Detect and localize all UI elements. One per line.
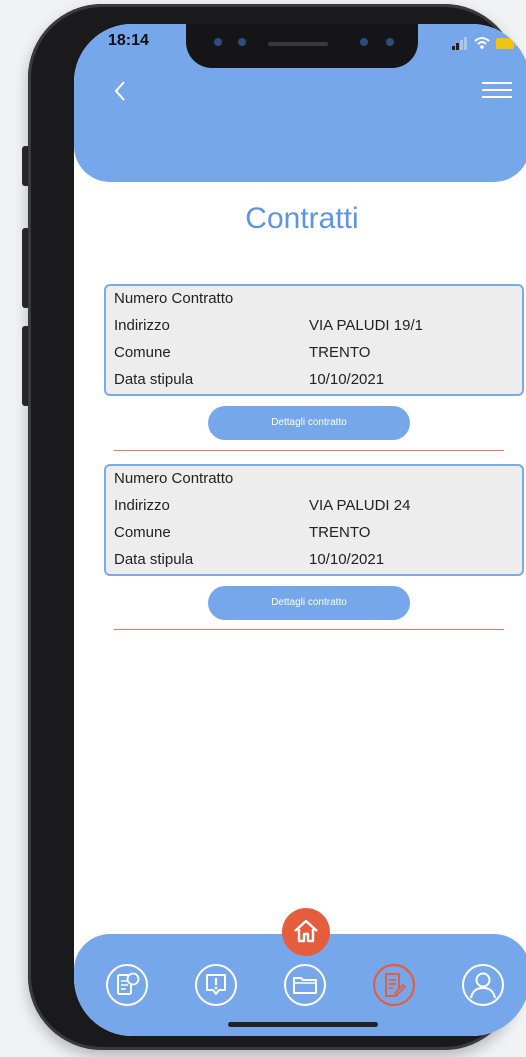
- row-value: 10/10/2021: [309, 371, 385, 388]
- contract-number-row: Numero Contratto: [114, 288, 514, 312]
- row-value: VIA PALUDI 19/1: [309, 317, 423, 334]
- sensor-icon: [360, 38, 368, 46]
- wifi-icon: [474, 37, 490, 49]
- notch: [186, 24, 418, 68]
- row-value: VIA PALUDI 24: [309, 497, 411, 514]
- page-title: Contratti: [245, 202, 359, 235]
- home-indicator[interactable]: [228, 1022, 378, 1027]
- notifications-icon[interactable]: [193, 962, 239, 1008]
- signal-bar-icon: [464, 37, 467, 50]
- date-row: Data stipula 10/10/2021: [114, 369, 514, 393]
- contract-card: Numero Contratto Indirizzo VIA PALUDI 24…: [104, 464, 524, 576]
- contract-card: Numero Contratto Indirizzo VIA PALUDI 19…: [104, 284, 524, 396]
- city-row: Comune TRENTO: [114, 522, 514, 546]
- bills-icon[interactable]: [104, 962, 150, 1008]
- home-button[interactable]: [282, 908, 330, 956]
- date-row: Data stipula 10/10/2021: [114, 549, 514, 573]
- chevron-left-icon[interactable]: [108, 76, 132, 106]
- row-label: Comune: [114, 524, 171, 541]
- profile-icon[interactable]: [460, 962, 506, 1008]
- screen: 18:14 Contratti Numero Contratto Indiriz…: [74, 24, 526, 1036]
- divider: [114, 629, 504, 630]
- row-label: Numero Contratto: [114, 470, 234, 487]
- row-value: TRENTO: [309, 524, 371, 541]
- city-row: Comune TRENTO: [114, 342, 514, 366]
- signal-bar-icon: [452, 46, 455, 50]
- row-label: Comune: [114, 344, 171, 361]
- status-time: 18:14: [108, 32, 149, 49]
- divider: [114, 450, 504, 451]
- folder-icon[interactable]: [282, 962, 328, 1008]
- row-label: Data stipula: [114, 371, 194, 388]
- row-label: Indirizzo: [114, 497, 170, 514]
- contract-details-button[interactable]: Dettagli contratto: [208, 586, 410, 620]
- sensor-icon: [386, 38, 394, 46]
- battery-icon: [496, 38, 517, 49]
- home-icon: [294, 919, 318, 943]
- contract-number-row: Numero Contratto: [114, 468, 514, 492]
- sensor-icon: [214, 38, 222, 46]
- hamburger-menu-icon[interactable]: [482, 82, 512, 104]
- phone-frame: 18:14 Contratti Numero Contratto Indiriz…: [28, 4, 526, 1050]
- address-row: Indirizzo VIA PALUDI 19/1: [114, 315, 514, 339]
- signal-bar-icon: [460, 40, 463, 50]
- status-icons: [452, 36, 518, 52]
- signal-bar-icon: [456, 43, 459, 50]
- address-row: Indirizzo VIA PALUDI 24: [114, 495, 514, 519]
- contract-details-button[interactable]: Dettagli contratto: [208, 406, 410, 440]
- contracts-icon[interactable]: [371, 962, 417, 1008]
- row-label: Numero Contratto: [114, 290, 234, 307]
- row-label: Indirizzo: [114, 317, 170, 334]
- row-label: Data stipula: [114, 551, 194, 568]
- camera-icon: [238, 38, 246, 46]
- header: 18:14: [74, 24, 526, 182]
- row-value: TRENTO: [309, 344, 371, 361]
- speaker-grille: [268, 42, 328, 46]
- row-value: 10/10/2021: [309, 551, 385, 568]
